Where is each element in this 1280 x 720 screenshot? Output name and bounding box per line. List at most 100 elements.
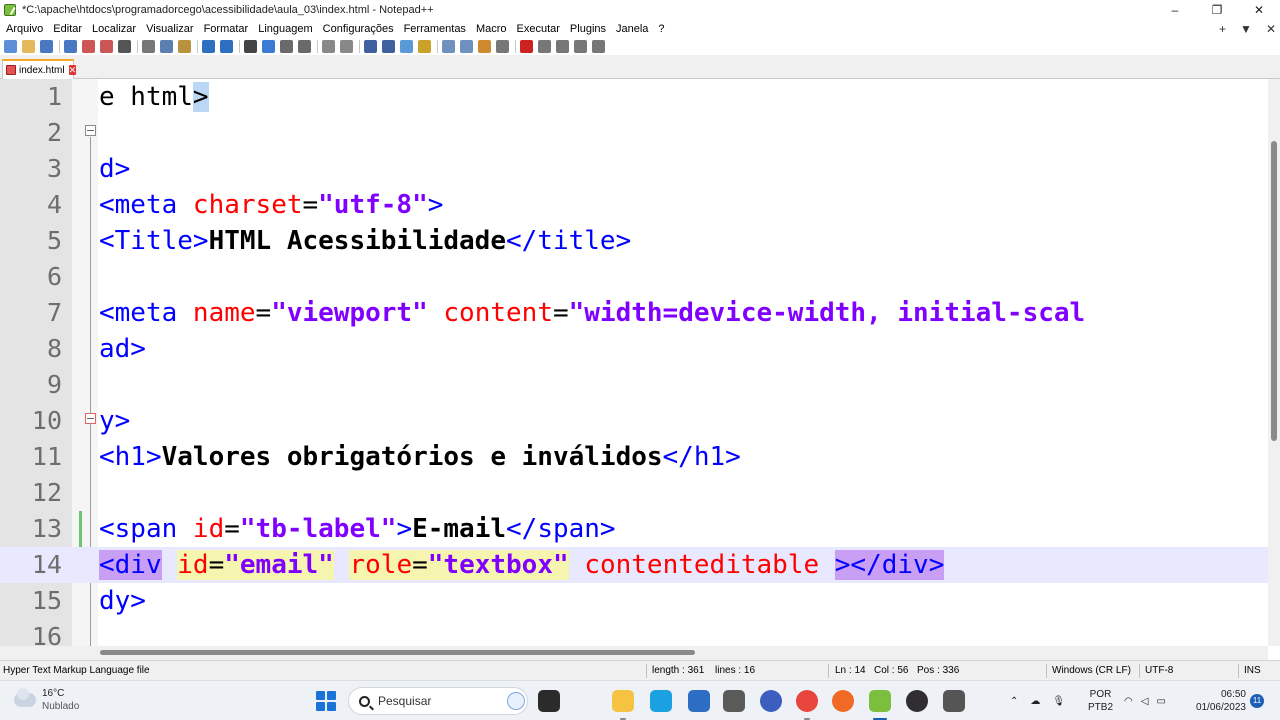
onedrive-icon[interactable]: ☁	[1030, 696, 1040, 707]
stop-macro-icon[interactable]	[538, 39, 551, 53]
horizontal-scrollbar[interactable]	[0, 646, 1268, 660]
current-code-line[interactable]: 14 <div id="email" role="textbox" content…	[0, 547, 1268, 583]
code-text[interactable]: e html>	[99, 79, 209, 115]
settings-icon[interactable]	[723, 690, 745, 712]
tab-index-html[interactable]: index.html ✕	[2, 59, 77, 79]
indent-guide-icon[interactable]	[400, 39, 413, 53]
minimize-button[interactable]: –	[1154, 0, 1196, 20]
zoom-in-icon[interactable]	[280, 39, 293, 53]
run-macro-multiple-icon[interactable]	[574, 39, 587, 53]
add-tab-icon[interactable]: +	[1219, 22, 1226, 36]
cortana-icon[interactable]	[760, 690, 782, 712]
code-line[interactable]: 2	[0, 115, 1268, 151]
menu-janela[interactable]: Janela	[611, 23, 653, 35]
menu-plugins[interactable]: Plugins	[565, 23, 611, 35]
cut-icon[interactable]	[142, 39, 155, 53]
zoom-out-icon[interactable]	[298, 39, 311, 53]
code-text[interactable]: ad>	[99, 331, 146, 367]
code-line[interactable]: 10 y>	[0, 403, 1268, 439]
menu-executar[interactable]: Executar	[512, 23, 565, 35]
save-icon[interactable]	[40, 39, 53, 53]
new-file-icon[interactable]	[4, 39, 17, 53]
firefox-icon[interactable]	[832, 690, 854, 712]
microphone-icon[interactable]: 🎙	[1052, 696, 1065, 707]
code-text[interactable]: <span id="tb-label">E-mail</span>	[99, 511, 616, 547]
record-macro-icon[interactable]	[520, 39, 533, 53]
user-defined-language-icon[interactable]	[418, 39, 431, 53]
code-line[interactable]: 12	[0, 475, 1268, 511]
code-text[interactable]: <h1>Valores obrigatórios e inválidos</h1…	[99, 439, 741, 475]
tab-close-icon[interactable]: ✕	[68, 65, 77, 75]
menu-linguagem[interactable]: Linguagem	[253, 23, 317, 35]
notepad-plus-plus-icon[interactable]	[869, 690, 891, 712]
vertical-scrollbar[interactable]	[1268, 79, 1280, 646]
close-button[interactable]: ✕	[1238, 0, 1280, 20]
code-line[interactable]: 8 ad>	[0, 331, 1268, 367]
pen-tool-icon[interactable]	[943, 690, 965, 712]
taskbar-search[interactable]: Pesquisar	[348, 687, 528, 715]
obs-icon[interactable]	[906, 690, 928, 712]
menu-help[interactable]: ?	[653, 23, 669, 35]
code-line[interactable]: 11 <h1>Valores obrigatórios e inválidos</…	[0, 439, 1268, 475]
weather-widget[interactable]: 16°C Nublado	[14, 687, 79, 713]
replace-icon[interactable]	[262, 39, 275, 53]
input-language[interactable]: POR PTB2	[1088, 688, 1113, 714]
sync-horizontal-icon[interactable]	[340, 39, 353, 53]
code-line[interactable]: 15 dy>	[0, 583, 1268, 619]
sync-vertical-icon[interactable]	[322, 39, 335, 53]
clock[interactable]: 06:50 01/06/2023	[1190, 688, 1246, 714]
code-editor[interactable]: 1e html> 2 3 d> 4 <meta charset="utf-8"> 5 <Tit…	[0, 79, 1268, 646]
play-macro-icon[interactable]	[556, 39, 569, 53]
bing-icon[interactable]	[507, 692, 525, 710]
microsoft-store-icon[interactable]	[688, 690, 710, 712]
copy-icon[interactable]	[160, 39, 173, 53]
tab-list-dropdown-icon[interactable]: ▼	[1240, 22, 1252, 36]
redo-icon[interactable]	[220, 39, 233, 53]
code-text[interactable]: dy>	[99, 583, 146, 619]
word-wrap-icon[interactable]	[364, 39, 377, 53]
open-file-icon[interactable]	[22, 39, 35, 53]
edge-icon[interactable]	[650, 690, 672, 712]
file-explorer-icon[interactable]	[612, 690, 634, 712]
save-all-icon[interactable]	[64, 39, 77, 53]
monitoring-icon[interactable]	[496, 39, 509, 53]
code-text[interactable]: <Title>HTML Acessibilidade</title>	[99, 223, 631, 259]
code-line[interactable]: 7 <meta name="viewport" content="width=de…	[0, 295, 1268, 331]
vertical-scroll-thumb[interactable]	[1271, 141, 1277, 441]
close-all-icon[interactable]	[100, 39, 113, 53]
undo-icon[interactable]	[202, 39, 215, 53]
function-list-icon[interactable]	[460, 39, 473, 53]
show-all-chars-icon[interactable]	[382, 39, 395, 53]
save-macro-icon[interactable]	[592, 39, 605, 53]
maximize-button[interactable]: ❐	[1196, 0, 1238, 20]
code-line[interactable]: 9	[0, 367, 1268, 403]
menu-arquivo[interactable]: Arquivo	[0, 23, 48, 35]
menu-visualizar[interactable]: Visualizar	[141, 23, 199, 35]
menu-formatar[interactable]: Formatar	[199, 23, 254, 35]
print-icon[interactable]	[118, 39, 131, 53]
code-text[interactable]: <meta name="viewport" content="width=dev…	[99, 295, 1085, 331]
code-text[interactable]: <meta charset="utf-8">	[99, 187, 443, 223]
folder-as-workspace-icon[interactable]	[478, 39, 491, 53]
notification-badge[interactable]: 11	[1250, 694, 1264, 708]
code-line[interactable]: 4 <meta charset="utf-8">	[0, 187, 1268, 223]
code-line[interactable]: 5 <Title>HTML Acessibilidade</title>	[0, 223, 1268, 259]
code-line[interactable]: 13 <span id="tb-label">E-mail</span>	[0, 511, 1268, 547]
close-document-icon[interactable]: ✕	[1266, 22, 1276, 36]
document-map-icon[interactable]	[442, 39, 455, 53]
task-view-icon[interactable]	[538, 690, 560, 712]
show-hidden-icons[interactable]: ⌃	[1010, 696, 1018, 707]
code-line[interactable]: 1 e html>	[0, 79, 1268, 115]
code-text[interactable]: y>	[99, 403, 130, 439]
find-icon[interactable]	[244, 39, 257, 53]
start-button[interactable]	[316, 691, 336, 711]
code-line[interactable]: 6	[0, 259, 1268, 295]
code-text[interactable]: d>	[99, 151, 130, 187]
code-line[interactable]: 16	[0, 619, 1268, 646]
menu-macro[interactable]: Macro	[471, 23, 512, 35]
close-icon[interactable]	[82, 39, 95, 53]
code-line[interactable]: 3 d>	[0, 151, 1268, 187]
menu-editar[interactable]: Editar	[48, 23, 87, 35]
code-text[interactable]: <div id="email" role="textbox" contented…	[99, 547, 945, 583]
menu-configuracoes[interactable]: Configurações	[318, 23, 399, 35]
